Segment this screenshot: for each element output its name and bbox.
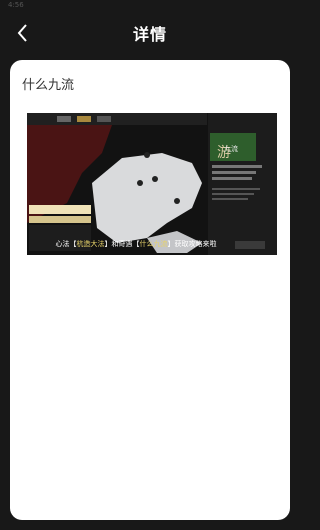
back-button[interactable] bbox=[10, 20, 36, 46]
detail-card: 什么九流 游 九流 心法【杭造大法】和奇遇【什么九流】获取攻略来啦 bbox=[10, 60, 290, 520]
page-title: 详情 bbox=[132, 25, 167, 44]
chevron-left-icon bbox=[17, 24, 27, 42]
game-map-thumbnail: 游 bbox=[27, 113, 277, 255]
nav-bar: 详情 bbox=[0, 10, 300, 56]
status-bar: 4:56 bbox=[0, 0, 300, 10]
poster-label: 九流 bbox=[224, 145, 238, 153]
status-time: 4:56 bbox=[8, 1, 24, 9]
video-caption: 心法【杭造大法】和奇遇【什么九流】获取攻略来啦 bbox=[55, 240, 217, 248]
video-player[interactable]: 游 九流 心法【杭造大法】和奇遇【什么九流】获取攻略来啦 bbox=[27, 113, 277, 255]
article-title: 什么九流 bbox=[22, 78, 75, 93]
